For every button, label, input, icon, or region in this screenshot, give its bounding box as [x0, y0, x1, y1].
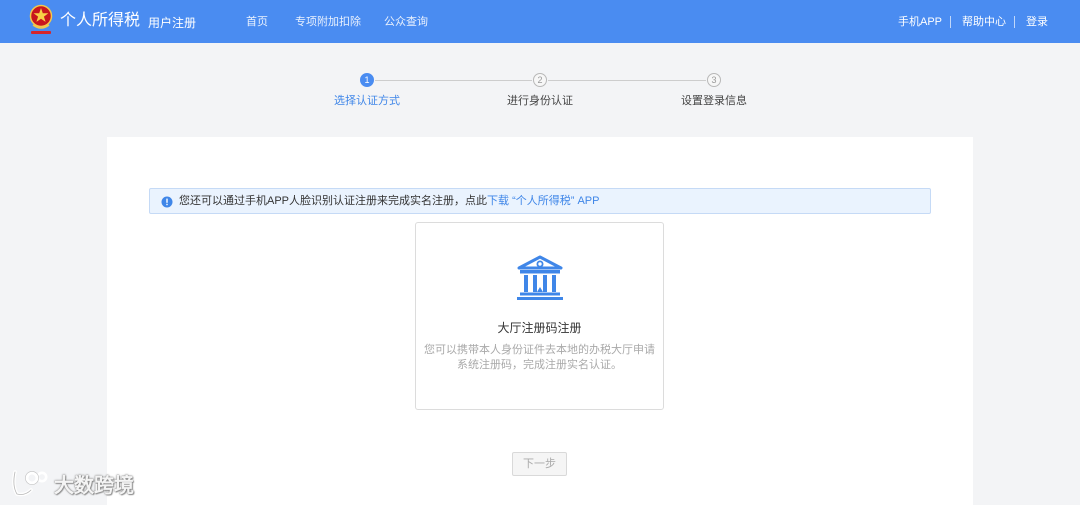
nav-special-deductions[interactable]: 专项附加扣除: [295, 15, 361, 29]
next-step-button[interactable]: 下一步: [512, 452, 567, 476]
help-center-link[interactable]: 帮助中心: [962, 15, 1006, 29]
step-2-label: 进行身份认证: [507, 95, 573, 107]
login-link[interactable]: 登录: [1026, 15, 1048, 29]
header-divider: [1014, 16, 1015, 28]
download-app-link[interactable]: 下载 “个人所得税” APP: [487, 195, 599, 207]
info-notice: 您还可以通过手机APP人脸识别认证注册来完成实名注册，点此下载 “个人所得税” …: [149, 188, 931, 214]
notice-text: 您还可以通过手机APP人脸识别认证注册来完成实名注册，点此下载 “个人所得税” …: [179, 189, 599, 213]
option-description-line-1: 您可以携带本人身份证件去本地的办税大厅申请: [424, 344, 655, 356]
page-subtitle: 用户注册: [148, 16, 197, 30]
top-header: 个人所得税 用户注册 首页 专项附加扣除 公众查询 手机APP 帮助中心 登录: [0, 0, 1080, 43]
step-1-indicator: 1: [360, 73, 374, 87]
hall-registration-code-option[interactable]: 大厅注册码注册 您可以携带本人身份证件去本地的办税大厅申请 系统注册码，完成注册…: [415, 222, 664, 410]
option-title: 大厅注册码注册: [497, 321, 582, 335]
app-title: 个人所得税: [60, 12, 141, 29]
bank-building-icon: [515, 253, 565, 303]
step-connector: [375, 80, 532, 81]
step-1-label: 选择认证方式: [334, 95, 400, 107]
national-emblem-icon[interactable]: [29, 4, 53, 38]
download-link-text[interactable]: 下载: [487, 195, 509, 207]
step-3-label: 设置登录信息: [681, 95, 747, 107]
notice-message: 您还可以通过手机APP人脸识别认证注册来完成实名注册，点此: [179, 195, 488, 207]
download-link-app-name[interactable]: “个人所得税” APP: [509, 195, 599, 207]
main-card: 您还可以通过手机APP人脸识别认证注册来完成实名注册，点此下载 “个人所得税” …: [107, 137, 973, 505]
header-divider: [950, 16, 951, 28]
watermark-text: 大数跨境: [54, 475, 134, 497]
step-connector: [548, 80, 706, 81]
step-3-indicator: 3: [707, 73, 721, 87]
mobile-app-link[interactable]: 手机APP: [898, 15, 942, 29]
step-2-indicator: 2: [533, 73, 547, 87]
option-description-line-2: 系统注册码，完成注册实名认证。: [457, 359, 622, 371]
nav-public-query[interactable]: 公众查询: [384, 15, 428, 29]
info-icon: [161, 195, 173, 208]
watermark-logo-icon: [9, 468, 49, 498]
nav-home[interactable]: 首页: [246, 15, 268, 29]
